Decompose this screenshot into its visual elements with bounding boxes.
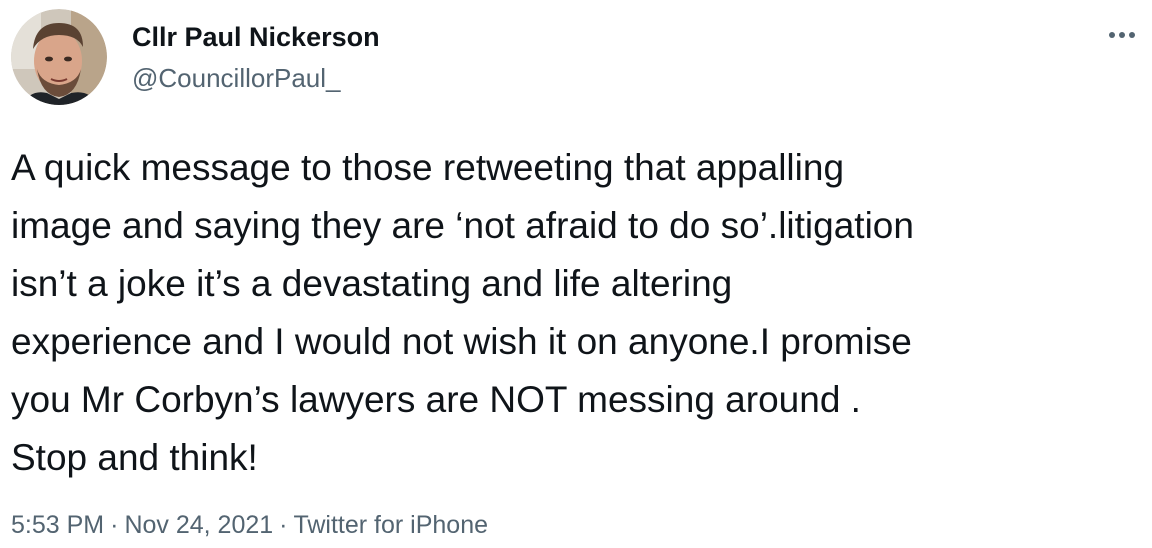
tweet-text: A quick message to those retweeting that… <box>11 147 914 478</box>
tweet-source-link[interactable]: Twitter for iPhone <box>293 511 488 539</box>
author-handle[interactable]: @CouncillorPaul_ <box>132 63 341 93</box>
profile-photo-icon <box>11 9 107 105</box>
tweet-metadata: 5:53 PM · Nov 24, 2021 · Twitter for iPhone <box>11 508 488 542</box>
tweet-card: Cllr Paul Nickerson @CouncillorPaul_ A q… <box>0 0 1152 548</box>
more-options-icon <box>1109 32 1135 38</box>
avatar[interactable] <box>11 9 107 105</box>
tweet-time-link[interactable]: 5:53 PM <box>11 511 104 539</box>
more-options-button[interactable] <box>1100 20 1144 50</box>
author-display-name[interactable]: Cllr Paul Nickerson <box>132 21 380 53</box>
meta-separator: · <box>110 511 119 539</box>
meta-separator: · <box>279 511 288 539</box>
tweet-date-link[interactable]: Nov 24, 2021 <box>124 511 273 539</box>
